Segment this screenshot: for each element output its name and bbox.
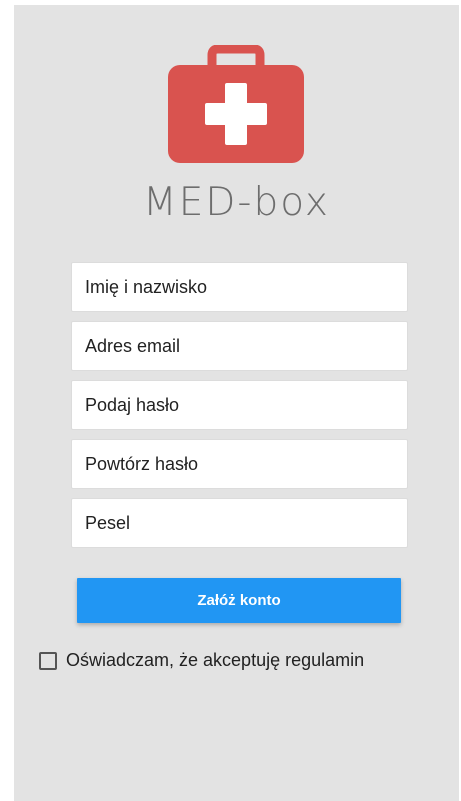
terms-row: Oświadczam, że akceptuję regulamin — [39, 650, 364, 671]
create-account-button[interactable]: Załóż konto — [77, 578, 401, 623]
full-name-input[interactable] — [71, 262, 408, 312]
email-input[interactable] — [71, 321, 408, 371]
first-aid-kit-icon — [168, 45, 304, 163]
pesel-input[interactable] — [71, 498, 408, 548]
password-input[interactable] — [71, 380, 408, 430]
terms-checkbox[interactable] — [39, 651, 57, 670]
confirm-password-input[interactable] — [71, 439, 408, 489]
app-title: MED-box — [143, 180, 330, 225]
register-screen: MED-box Załóż konto Oświadczam, że akcep… — [14, 5, 459, 801]
terms-label[interactable]: Oświadczam, że akceptuję regulamin — [66, 650, 364, 671]
